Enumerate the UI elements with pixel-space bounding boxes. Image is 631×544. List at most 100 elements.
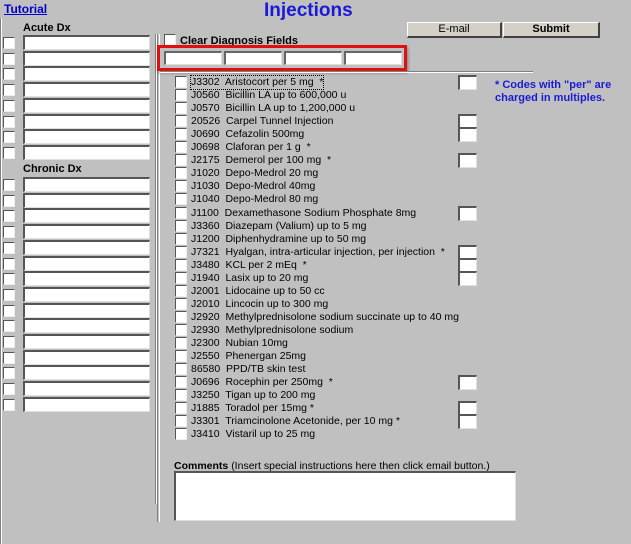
chronic-dx-checkbox[interactable] xyxy=(3,210,15,223)
email-button[interactable]: E-mail xyxy=(407,22,502,38)
injection-checkbox[interactable] xyxy=(175,89,187,102)
code-field-3[interactable] xyxy=(284,51,342,65)
code-field-1[interactable] xyxy=(164,51,222,65)
injection-checkbox[interactable] xyxy=(175,271,187,284)
injection-label[interactable]: J2550 Phenergan 25mg xyxy=(191,350,306,363)
injection-label[interactable]: J1100 Dexamethasone Sodium Phosphate 8mg xyxy=(191,207,416,220)
injection-label[interactable]: J3360 Diazepam (Valium) up to 5 mg xyxy=(191,220,366,233)
injection-label[interactable]: J0570 Bicillin LA up to 1,200,000 u xyxy=(191,102,355,115)
chronic-dx-checkbox[interactable] xyxy=(3,367,15,380)
injection-checkbox[interactable] xyxy=(175,363,187,376)
injection-checkbox[interactable] xyxy=(175,428,187,441)
chronic-dx-field[interactable] xyxy=(23,192,150,208)
injection-label[interactable]: 86580 PPD/TB skin test xyxy=(191,363,305,376)
quantity-field[interactable] xyxy=(458,75,477,90)
injection-checkbox[interactable] xyxy=(175,193,187,206)
chronic-dx-field[interactable] xyxy=(23,286,150,302)
quantity-field[interactable] xyxy=(458,414,477,430)
injection-checkbox[interactable] xyxy=(175,415,187,428)
injection-checkbox[interactable] xyxy=(175,245,187,258)
injection-label[interactable]: J1030 Depo-Medrol 40mg xyxy=(191,180,315,193)
injection-checkbox[interactable] xyxy=(175,115,187,128)
acute-dx-checkbox[interactable] xyxy=(3,84,15,97)
chronic-dx-checkbox[interactable] xyxy=(3,336,15,348)
chronic-dx-field[interactable] xyxy=(23,365,150,381)
acute-dx-field[interactable] xyxy=(23,144,150,160)
acute-dx-checkbox[interactable] xyxy=(3,37,15,49)
injection-label[interactable]: J3301 Triamcinolone Acetonide, per 10 mg… xyxy=(191,415,400,428)
injection-label[interactable]: J3302 Aristocort per 5 mg * xyxy=(189,75,325,90)
injection-checkbox[interactable] xyxy=(175,337,187,349)
injection-checkbox[interactable] xyxy=(175,167,187,180)
injection-checkbox[interactable] xyxy=(175,350,187,363)
chronic-dx-field[interactable] xyxy=(23,177,150,192)
comments-textarea[interactable] xyxy=(174,471,516,521)
injection-checkbox[interactable] xyxy=(175,323,187,336)
injection-checkbox[interactable] xyxy=(175,402,187,415)
code-field-4[interactable] xyxy=(344,51,402,65)
injection-checkbox[interactable] xyxy=(175,232,187,245)
injection-checkbox[interactable] xyxy=(175,297,187,310)
injection-label[interactable]: J2010 Lincocin up to 300 mg xyxy=(191,298,328,311)
injection-checkbox[interactable] xyxy=(175,310,187,323)
injection-label[interactable]: J1200 Diphenhydramine up to 50 mg xyxy=(191,233,366,246)
acute-dx-checkbox[interactable] xyxy=(3,52,15,65)
injection-label[interactable]: J2175 Demerol per 100 mg * xyxy=(191,154,331,167)
chronic-dx-checkbox[interactable] xyxy=(3,288,15,301)
injection-label[interactable]: 20526 Carpel Tunnel Injection xyxy=(191,115,333,128)
chronic-dx-checkbox[interactable] xyxy=(3,179,15,191)
chronic-dx-checkbox[interactable] xyxy=(3,273,15,286)
injection-label[interactable]: J2930 Methylprednisolone sodium xyxy=(191,324,353,337)
submit-button[interactable]: Submit xyxy=(503,22,600,38)
injection-checkbox[interactable] xyxy=(175,154,187,167)
chronic-dx-field[interactable] xyxy=(23,271,150,287)
quantity-field[interactable] xyxy=(458,205,477,221)
injection-label[interactable]: J0696 Rocephin per 250mg * xyxy=(191,376,333,389)
injection-checkbox[interactable] xyxy=(175,258,187,271)
injection-checkbox[interactable] xyxy=(175,376,187,389)
injection-checkbox[interactable] xyxy=(175,206,187,219)
injection-checkbox[interactable] xyxy=(175,141,187,154)
chronic-dx-checkbox[interactable] xyxy=(3,320,15,333)
chronic-dx-field[interactable] xyxy=(23,349,150,365)
quantity-field[interactable] xyxy=(458,270,477,286)
injection-checkbox[interactable] xyxy=(175,284,187,297)
injection-checkbox[interactable] xyxy=(175,102,187,115)
injection-label[interactable]: J0560 Bicillin LA up to 600,000 u xyxy=(191,89,346,102)
chronic-dx-checkbox[interactable] xyxy=(3,398,15,411)
acute-dx-field[interactable] xyxy=(23,97,150,113)
quantity-field[interactable] xyxy=(458,127,477,143)
chronic-dx-field[interactable] xyxy=(23,334,150,349)
acute-dx-checkbox[interactable] xyxy=(3,131,15,144)
chronic-dx-checkbox[interactable] xyxy=(3,383,15,396)
chronic-dx-checkbox[interactable] xyxy=(3,351,15,364)
injection-label[interactable]: J7321 Hyalgan, intra-articular injection… xyxy=(191,246,445,259)
injection-label[interactable]: J1020 Depo-Medrol 20 mg xyxy=(191,167,318,180)
quantity-field[interactable] xyxy=(458,153,477,169)
tutorial-link[interactable]: Tutorial xyxy=(4,2,47,16)
chronic-dx-checkbox[interactable] xyxy=(3,304,15,317)
injection-label[interactable]: J1040 Depo-Medrol 80 mg xyxy=(191,193,318,206)
chronic-dx-field[interactable] xyxy=(23,381,150,397)
injection-label[interactable]: J3250 Tigan up to 200 mg xyxy=(191,389,315,402)
injection-label[interactable]: J3480 KCL per 2 mEq * xyxy=(191,259,307,272)
acute-dx-field[interactable] xyxy=(23,129,150,145)
chronic-dx-checkbox[interactable] xyxy=(3,226,15,239)
chronic-dx-checkbox[interactable] xyxy=(3,194,15,207)
acute-dx-checkbox[interactable] xyxy=(3,99,15,112)
injection-label[interactable]: J3410 Vistaril up to 25 mg xyxy=(191,428,315,441)
chronic-dx-field[interactable] xyxy=(23,255,150,271)
injection-label[interactable]: J0690 Cefazolin 500mg xyxy=(191,128,304,141)
injection-checkbox[interactable] xyxy=(175,76,187,88)
injection-checkbox[interactable] xyxy=(175,180,187,193)
acute-dx-field[interactable] xyxy=(23,50,150,66)
injection-checkbox[interactable] xyxy=(175,219,187,232)
injection-label[interactable]: J1940 Lasix up to 20 mg xyxy=(191,272,308,285)
injection-label[interactable]: J0698 Claforan per 1 g * xyxy=(191,141,311,154)
code-field-2[interactable] xyxy=(224,51,282,65)
acute-dx-field[interactable] xyxy=(23,113,150,129)
acute-dx-checkbox[interactable] xyxy=(3,68,15,81)
acute-dx-field[interactable] xyxy=(23,66,150,82)
chronic-dx-field[interactable] xyxy=(23,224,150,240)
acute-dx-checkbox[interactable] xyxy=(3,146,15,159)
